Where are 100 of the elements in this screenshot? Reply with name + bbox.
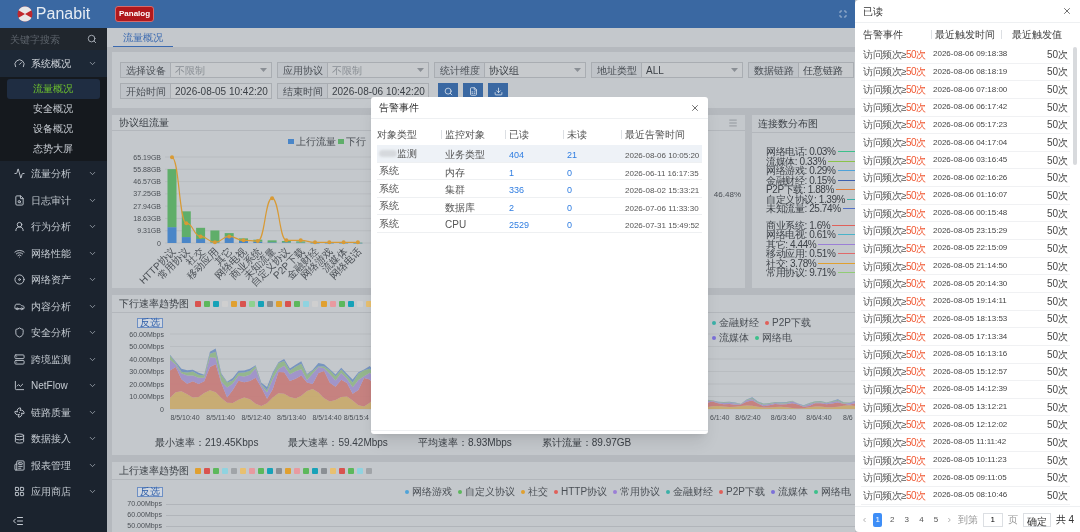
trigger-value: 50次: [1045, 171, 1068, 186]
alert-event: 访问频次≥50次: [863, 347, 927, 362]
panel-title: 连接数分布图: [758, 117, 818, 131]
table-cell-text: 系统: [379, 199, 399, 214]
legend-label: 流媒体: [719, 331, 749, 345]
legend-label: P2P下载: [726, 485, 765, 499]
alert-event: 访问频次≥50次: [863, 100, 927, 115]
table-cell: 内存: [445, 166, 465, 178]
alert-event: 访问频次≥50次: [863, 312, 927, 327]
table-cell: 2026-06-11 16:17:35: [625, 168, 699, 178]
column-header: 告警事件: [863, 28, 904, 42]
alert-event: 访问频次≥50次: [863, 418, 927, 433]
distribution-label: 网络电话: 0.03%: [766, 147, 836, 157]
legend-label: 下行: [346, 136, 366, 147]
table-cell: CPU: [445, 219, 467, 231]
distribution-label: 未知流量: 25.74%: [766, 204, 841, 214]
trigger-value: 50次: [1045, 435, 1068, 450]
table-cell: 2026-08-02 15:33:21: [625, 186, 700, 196]
trigger-value: 50次: [1045, 471, 1068, 486]
goto-label: 到第: [957, 513, 978, 527]
trigger-time: 2026-08-06 09:18:38: [933, 48, 1009, 61]
alert-event: 访问频次≥50次: [863, 241, 927, 256]
trigger-time: 2026-08-05 21:14:50: [933, 260, 1009, 272]
trigger-time: 2026-08-05 08:10:46: [933, 489, 1009, 502]
trigger-time: 2026-08-05 19:14:11: [933, 295, 1008, 308]
rate-stat: 累计流量：89.97GB: [541, 436, 632, 450]
alert-event: 访问频次≥50次: [863, 330, 927, 345]
legend-label: 流媒体: [778, 485, 808, 499]
trigger-value: 50次: [1045, 118, 1068, 133]
trigger-time: 2026-08-05 13:12:21: [933, 401, 1009, 414]
trigger-value: 50次: [1045, 83, 1068, 98]
trigger-time: 2026-08-05 14:12:39: [933, 383, 1009, 396]
column-header: 最近触发值: [1011, 28, 1062, 42]
trigger-value: 50次: [1045, 100, 1068, 115]
trigger-time: 2026-08-06 00:15:48: [933, 207, 1009, 220]
alert-event: 访问频次≥50次: [863, 118, 927, 133]
rate-stat: 平均速率：8.93Mbps: [417, 436, 512, 450]
trigger-value: 50次: [1045, 488, 1068, 503]
column-header: 已读: [509, 127, 529, 142]
table-cell-text: 系统: [379, 216, 399, 231]
alert-event: 访问频次≥50次: [863, 277, 927, 292]
legend-label: 网络游戏: [412, 485, 452, 499]
pie-percent-label: 46.48%: [713, 189, 741, 201]
distribution-label: 其它: 4.44%: [766, 239, 817, 249]
trigger-value: 50次: [1045, 136, 1068, 150]
trigger-time: 2026-08-05 15:12:57: [933, 365, 1009, 378]
alert-event: 访问频次≥50次: [863, 435, 927, 450]
alert-event: 访问频次≥50次: [863, 400, 927, 415]
trigger-value: 50次: [1045, 294, 1068, 309]
legend-label: P2P下载: [772, 316, 811, 330]
trigger-time: 2026-08-06 01:16:07: [933, 189, 1009, 202]
alert-event: 访问频次≥50次: [863, 259, 927, 274]
legend-label: 上行流量: [296, 136, 336, 147]
panel-title: 下行速率趋势图: [119, 297, 189, 311]
table-cell: 2026-07-31 15:49:52: [625, 221, 700, 231]
alert-event: 访问频次≥50次: [863, 206, 927, 221]
legend-label: 金融财经: [719, 316, 759, 330]
trigger-time: 2026-08-05 11:11:42: [933, 436, 1008, 449]
alert-event: 访问频次≥50次: [863, 294, 927, 309]
trigger-time: 2026-08-06 05:17:23: [933, 118, 1009, 131]
trigger-value: 50次: [1045, 65, 1068, 80]
trigger-value: 50次: [1045, 206, 1068, 221]
alert-event: 访问频次≥50次: [863, 153, 927, 168]
legend-label: 社交: [528, 485, 548, 499]
trigger-time: 2026-08-06 08:18:19: [933, 65, 1009, 78]
table-cell-text: 监测: [397, 146, 417, 161]
distribution-label: 社交: 3.78%: [766, 258, 817, 268]
column-header: 监控对象: [445, 127, 485, 142]
alert-event: 访问频次≥50次: [863, 83, 927, 98]
alert-event: 访问频次≥50次: [863, 383, 927, 397]
trigger-value: 50次: [1045, 453, 1068, 468]
alert-event: 访问频次≥50次: [863, 453, 927, 468]
alert-event: 访问频次≥50次: [863, 488, 927, 503]
trigger-time: 2026-08-05 18:13:53: [933, 312, 1009, 325]
trigger-value: 50次: [1045, 400, 1068, 415]
trigger-time: 2026-08-05 09:11:05: [933, 471, 1008, 484]
trigger-time: 2026-08-06 04:17:04: [933, 136, 1009, 149]
trigger-value: 50次: [1045, 224, 1068, 239]
distribution-label: P2P下载: 1.88%: [766, 185, 834, 195]
column-header: 最近触发时间: [935, 28, 996, 42]
distribution-label: 常用协议: 9.71%: [766, 268, 836, 278]
table-cell-text: 系统: [379, 164, 399, 179]
panel-title: 上行速率趋势图: [119, 464, 189, 478]
trigger-value: 50次: [1045, 153, 1068, 168]
table-cell: 数据库: [445, 201, 475, 213]
table-cell: 集群: [445, 184, 465, 196]
total-count: 共 4: [1055, 513, 1074, 527]
legend-label: 自定义协议: [465, 485, 515, 499]
distribution-label: 流媒体: 0.33%: [766, 156, 826, 166]
rate-stat: 最小速率：219.45Kbps: [155, 436, 259, 450]
trigger-time: 2026-08-05 23:15:29: [933, 224, 1009, 237]
trigger-value: 50次: [1045, 241, 1068, 256]
brand-name: Panabit: [35, 6, 91, 22]
alert-event: 访问频次≥50次: [863, 224, 927, 239]
dialog-title: 告警事件: [379, 101, 419, 115]
drawer-title: 已读: [863, 4, 883, 19]
alert-event: 访问频次≥50次: [863, 188, 927, 203]
trigger-value: 50次: [1045, 277, 1068, 292]
trigger-time: 2026-08-05 17:13:34: [933, 330, 1009, 343]
alert-event: 访问频次≥50次: [863, 136, 927, 150]
